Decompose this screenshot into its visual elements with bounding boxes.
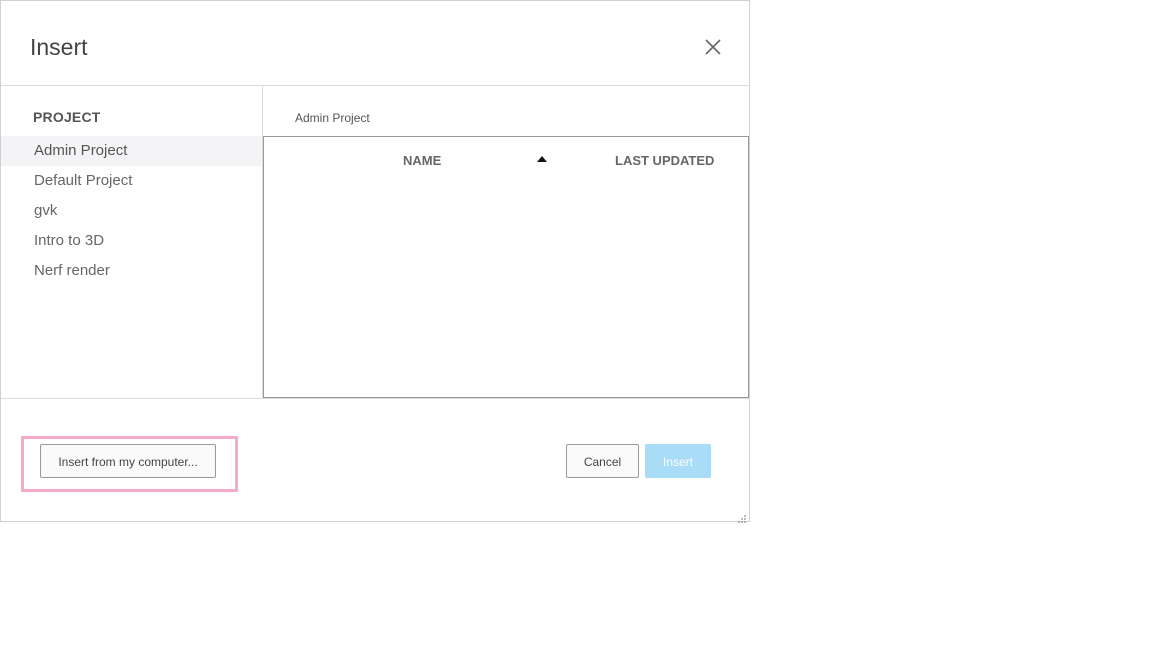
dialog-title: Insert [30, 34, 88, 60]
file-browser: Admin Project NAME LAST UPDATED [263, 86, 749, 398]
dialog-header: Insert [1, 1, 749, 86]
cancel-button[interactable]: Cancel [566, 444, 639, 478]
sidebar-item-default-project[interactable]: Default Project [1, 166, 262, 196]
insert-from-computer-button[interactable]: Insert from my computer... [40, 444, 216, 478]
sidebar-item-intro-to-3d[interactable]: Intro to 3D [1, 226, 262, 256]
dialog-footer: Insert from my computer... Cancel Insert [1, 398, 749, 523]
project-sidebar: PROJECT Admin Project Default Project gv… [1, 86, 263, 398]
column-header-last-updated[interactable]: LAST UPDATED [615, 153, 714, 168]
column-header-name[interactable]: NAME [403, 153, 441, 168]
close-icon[interactable] [701, 35, 725, 59]
sidebar-item-admin-project[interactable]: Admin Project [1, 136, 262, 166]
breadcrumb: Admin Project [295, 111, 370, 125]
file-table[interactable]: NAME LAST UPDATED [263, 136, 749, 398]
resize-grip-icon[interactable] [737, 511, 747, 523]
sort-ascending-icon[interactable] [537, 156, 547, 162]
project-list: Admin Project Default Project gvk Intro … [1, 136, 262, 286]
insert-button[interactable]: Insert [645, 444, 711, 478]
sidebar-heading: PROJECT [33, 109, 101, 125]
sidebar-item-gvk[interactable]: gvk [1, 196, 262, 226]
insert-dialog: Insert PROJECT Admin Project Default Pro… [0, 0, 750, 523]
sidebar-item-nerf-render[interactable]: Nerf render [1, 256, 262, 286]
